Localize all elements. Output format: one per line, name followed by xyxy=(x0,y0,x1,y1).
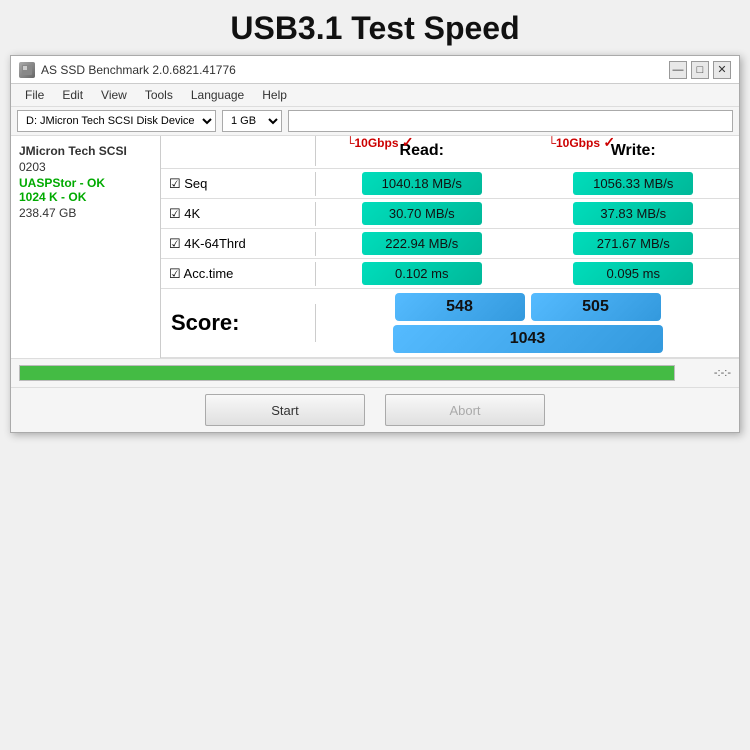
start-button[interactable]: Start xyxy=(205,394,365,426)
close-button[interactable]: ✕ xyxy=(713,61,731,79)
device-capacity: 238.47 GB xyxy=(19,206,152,220)
score-write: 505 xyxy=(531,293,661,321)
seq-write-cell: 1056.33 MB/s xyxy=(528,169,740,198)
restore-button[interactable]: □ xyxy=(691,61,709,79)
acctime-write-cell: 0.095 ms xyxy=(528,259,740,288)
acctime-read-value: 0.102 ms xyxy=(362,262,482,285)
score-total: 1043 xyxy=(393,325,663,353)
4k64thrd-label: ☑ 4K-64Thrd xyxy=(161,232,316,256)
bottom-bar: Start Abort xyxy=(11,387,739,432)
time-label: -:-:- xyxy=(691,367,731,379)
seq-read-cell: 1040.18 MB/s xyxy=(316,169,528,198)
score-section: Score: 548 505 1043 xyxy=(161,289,739,358)
path-input[interactable] xyxy=(288,110,733,132)
4k64thrd-write-cell: 271.67 MB/s xyxy=(528,229,740,258)
4k-read-value: 30.70 MB/s xyxy=(362,202,482,225)
page-title: USB3.1 Test Speed xyxy=(10,10,740,47)
seq-read-value: 1040.18 MB/s xyxy=(362,172,482,195)
seq-row: ☑ Seq 1040.18 MB/s 1056.33 MB/s xyxy=(161,169,739,199)
disk-selector[interactable]: D: JMicron Tech SCSI Disk Device xyxy=(17,110,216,132)
abort-button[interactable]: Abort xyxy=(385,394,545,426)
toolbar: D: JMicron Tech SCSI Disk Device 1 GB 25… xyxy=(11,107,739,136)
seq-write-value: 1056.33 MB/s xyxy=(573,172,693,195)
4k64thrd-write-value: 271.67 MB/s xyxy=(573,232,693,255)
score-label: Score: xyxy=(161,304,316,342)
app-icon xyxy=(19,62,35,78)
progress-area: -:-:- xyxy=(11,358,739,387)
uasp-status: UASPStor - OK xyxy=(19,176,152,190)
acctime-read-cell: 0.102 ms xyxy=(316,259,528,288)
4k-read-cell: 30.70 MB/s xyxy=(316,199,528,228)
4k64thrd-read-value: 222.94 MB/s xyxy=(362,232,482,255)
results-panel: └10Gbps ✓ Read: └10Gbps ✓ Write: xyxy=(161,136,739,358)
size-selector[interactable]: 1 GB 256 MB 2 GB 4 GB xyxy=(222,110,282,132)
4k-write-cell: 37.83 MB/s xyxy=(528,199,740,228)
device-id: 0203 xyxy=(19,160,152,174)
minimize-button[interactable]: — xyxy=(669,61,687,79)
write-annotation: └10Gbps ✓ xyxy=(548,134,616,151)
acctime-label: ☑ Acc.time xyxy=(161,262,316,286)
score-read: 548 xyxy=(395,293,525,321)
4k-label: ☑ 4K xyxy=(161,202,316,226)
seq-label: ☑ Seq xyxy=(161,172,316,196)
4k64thrd-row: ☑ 4K-64Thrd 222.94 MB/s 271.67 MB/s xyxy=(161,229,739,259)
title-bar: AS SSD Benchmark 2.0.6821.41776 — □ ✕ xyxy=(11,56,739,84)
4k-write-value: 37.83 MB/s xyxy=(573,202,693,225)
window-controls: — □ ✕ xyxy=(669,61,731,79)
main-content: JMicron Tech SCSI 0203 UASPStor - OK 102… xyxy=(11,136,739,358)
read-annotation: └10Gbps ✓ xyxy=(346,134,414,151)
results-grid: ☑ Seq 1040.18 MB/s 1056.33 MB/s ☑ 4K xyxy=(161,169,739,358)
menu-bar: File Edit View Tools Language Help xyxy=(11,84,739,107)
app-window: AS SSD Benchmark 2.0.6821.41776 — □ ✕ Fi… xyxy=(10,55,740,433)
progress-bar-container xyxy=(19,365,675,381)
menu-help[interactable]: Help xyxy=(254,86,295,104)
menu-edit[interactable]: Edit xyxy=(54,86,91,104)
device-name: JMicron Tech SCSI xyxy=(19,144,152,158)
menu-view[interactable]: View xyxy=(93,86,135,104)
menu-tools[interactable]: Tools xyxy=(137,86,181,104)
acctime-row: ☑ Acc.time 0.102 ms 0.095 ms xyxy=(161,259,739,289)
device-info-panel: JMicron Tech SCSI 0203 UASPStor - OK 102… xyxy=(11,136,161,358)
size-status: 1024 K - OK xyxy=(19,190,152,204)
write-header: Write: xyxy=(611,142,656,159)
menu-file[interactable]: File xyxy=(17,86,52,104)
4k-row: ☑ 4K 30.70 MB/s 37.83 MB/s xyxy=(161,199,739,229)
4k64thrd-read-cell: 222.94 MB/s xyxy=(316,229,528,258)
menu-language[interactable]: Language xyxy=(183,86,252,104)
progress-bar-fill xyxy=(20,366,674,380)
acctime-write-value: 0.095 ms xyxy=(573,262,693,285)
window-title: AS SSD Benchmark 2.0.6821.41776 xyxy=(41,63,236,77)
score-values: 548 505 1043 xyxy=(316,289,739,357)
